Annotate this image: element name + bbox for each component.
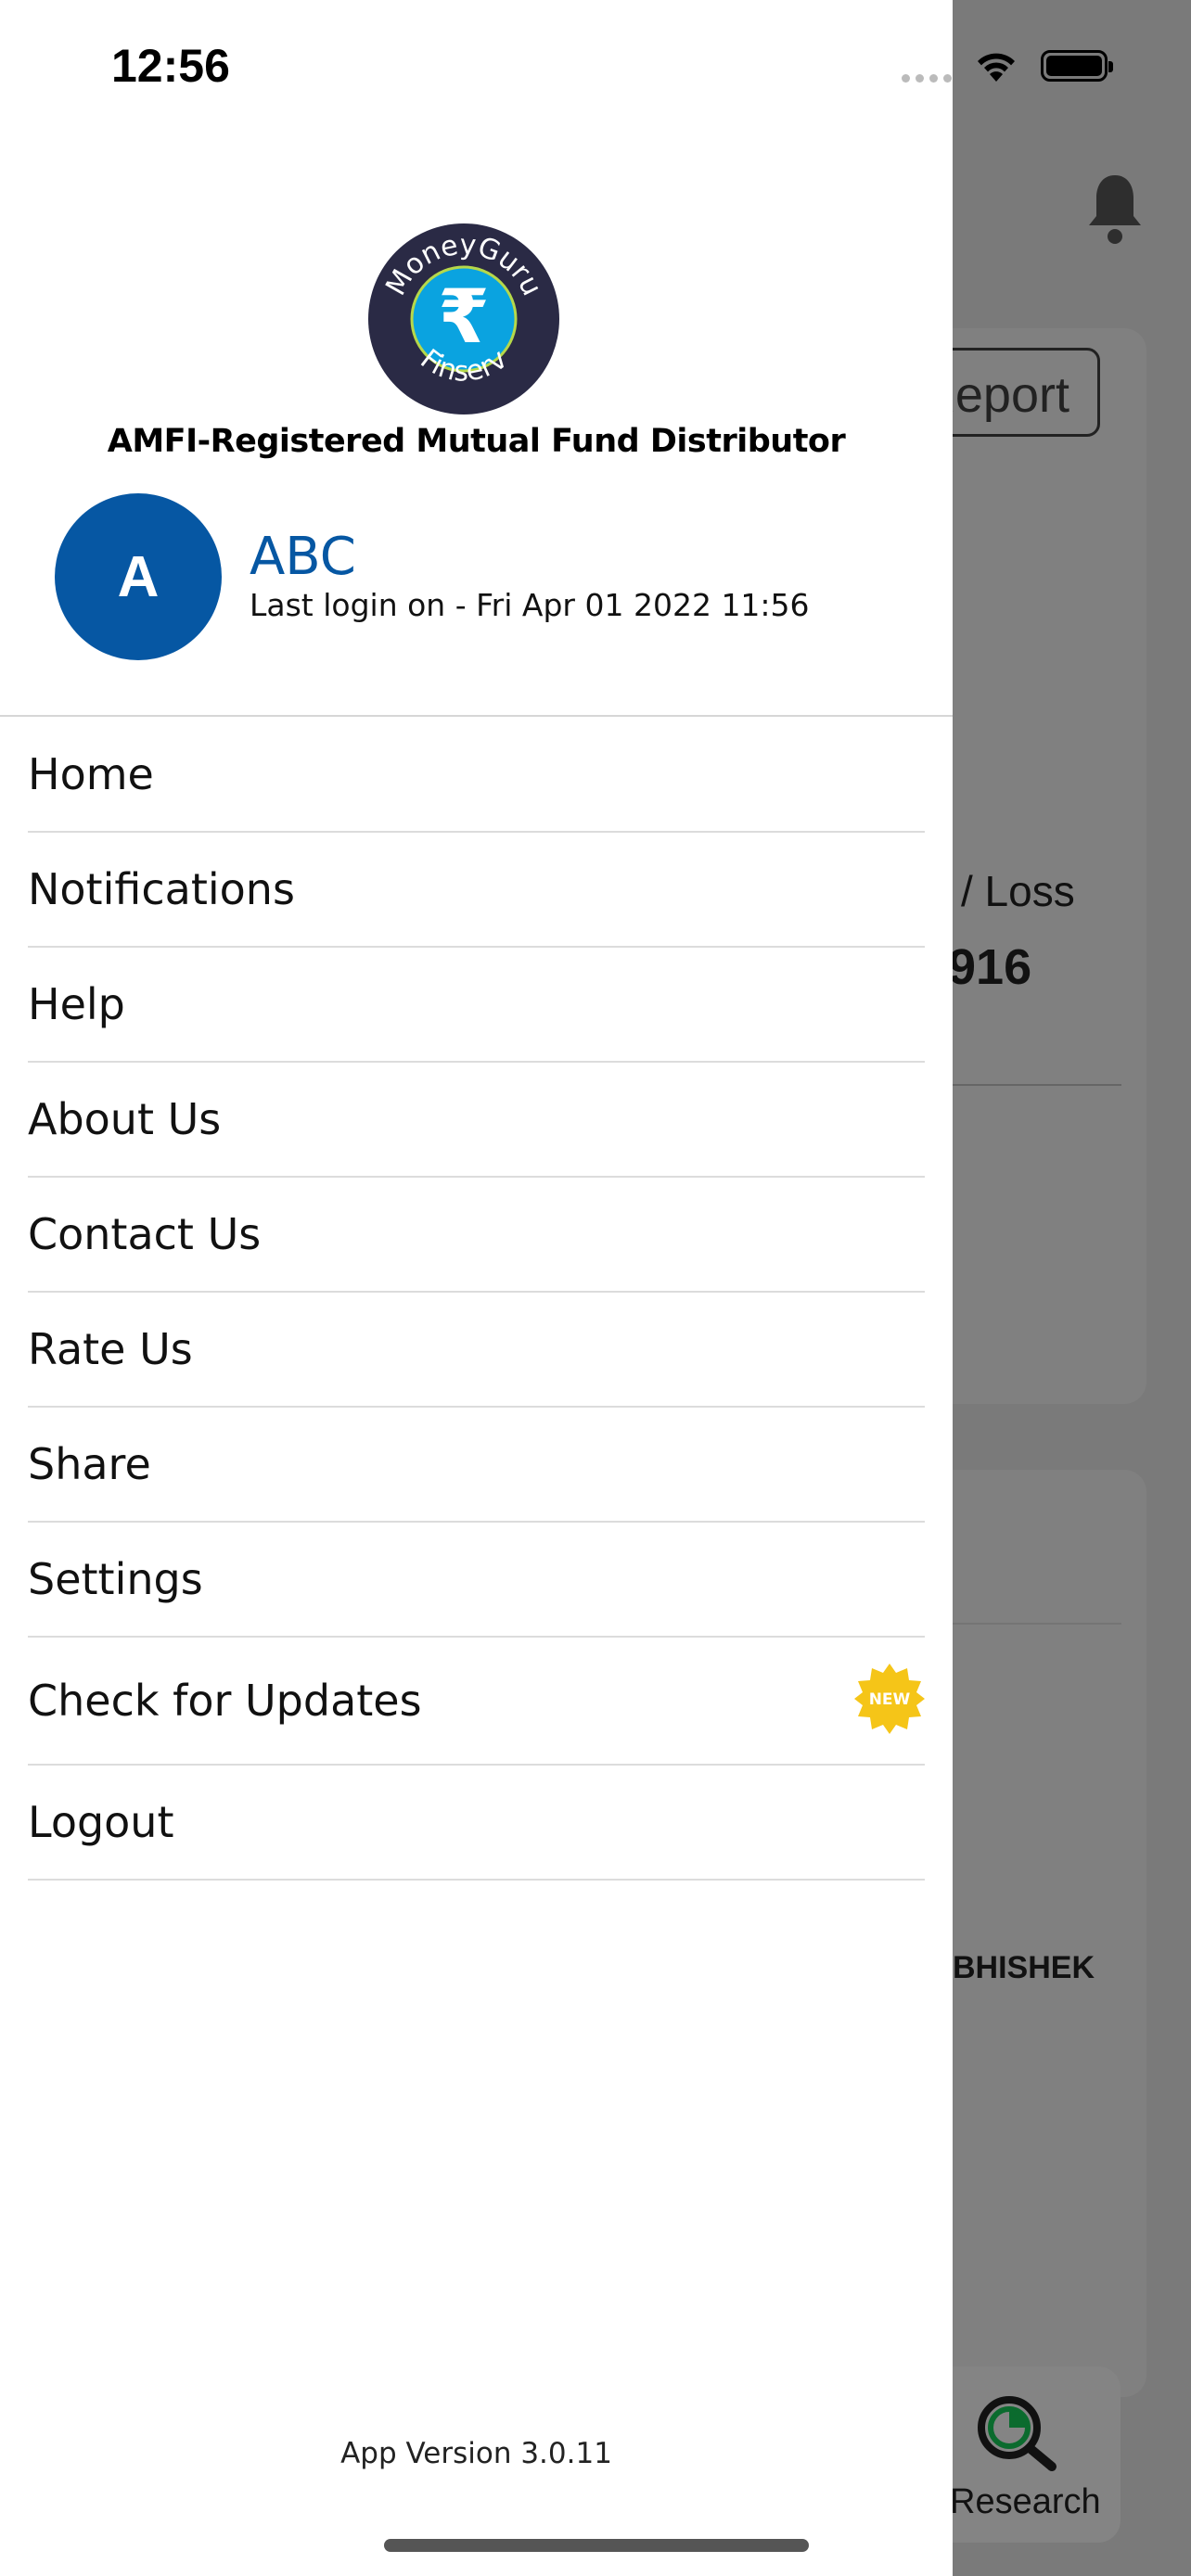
menu-label: Settings bbox=[28, 1554, 203, 1604]
battery-icon bbox=[1041, 50, 1113, 82]
portfolio-card: Report / Loss 916 bbox=[909, 328, 1146, 1404]
menu-label: Notifications bbox=[28, 864, 295, 914]
research-magnifier-icon bbox=[978, 2396, 1057, 2471]
research-label: Research bbox=[950, 2482, 1101, 2521]
research-tab[interactable]: Research bbox=[928, 2366, 1121, 2543]
menu-item-about-us[interactable]: About Us bbox=[28, 1063, 925, 1178]
profit-loss-label: / Loss bbox=[961, 867, 1075, 915]
account-name: BHISHEK bbox=[953, 1950, 1095, 1985]
profit-loss-value: 916 bbox=[948, 939, 1032, 995]
menu-item-notifications[interactable]: Notifications bbox=[28, 833, 925, 948]
menu-item-check-for-updates[interactable]: Check for Updates NEW bbox=[28, 1638, 925, 1766]
rupee-icon: ₹ bbox=[438, 274, 490, 360]
home-indicator[interactable] bbox=[384, 2539, 809, 2552]
menu-label: Logout bbox=[28, 1797, 174, 1847]
menu-item-home[interactable]: Home bbox=[28, 717, 925, 833]
menu-label: Home bbox=[28, 748, 154, 799]
menu-label: Rate Us bbox=[28, 1324, 193, 1374]
new-badge-label: NEW bbox=[869, 1690, 911, 1709]
account-card: BHISHEK bbox=[928, 1470, 1146, 2397]
tagline: AMFI-Registered Mutual Fund Distributor bbox=[107, 423, 846, 460]
menu-label: Share bbox=[28, 1439, 151, 1489]
menu-label: Help bbox=[28, 979, 125, 1029]
status-time: 12:56 bbox=[111, 40, 230, 92]
last-login: Last login on - Fri Apr 01 2022 11:56 bbox=[250, 587, 810, 623]
cellular-dots-icon bbox=[902, 74, 952, 83]
navigation-drawer: MoneyGuru Finserv ₹ AMFI-Registered Mutu… bbox=[0, 0, 953, 2576]
menu-label: Contact Us bbox=[28, 1209, 262, 1259]
menu-label: Check for Updates bbox=[28, 1676, 422, 1726]
menu-item-share[interactable]: Share bbox=[28, 1408, 925, 1523]
menu-item-contact-us[interactable]: Contact Us bbox=[28, 1178, 925, 1293]
wifi-icon bbox=[978, 53, 1015, 82]
divider bbox=[953, 1623, 1121, 1625]
avatar: A bbox=[55, 493, 222, 660]
menu-item-rate-us[interactable]: Rate Us bbox=[28, 1293, 925, 1408]
user-name: ABC bbox=[250, 527, 356, 587]
menu-item-settings[interactable]: Settings bbox=[28, 1523, 925, 1638]
divider bbox=[953, 1084, 1121, 1086]
menu-item-help[interactable]: Help bbox=[28, 948, 925, 1063]
new-badge-icon: NEW bbox=[854, 1664, 925, 1734]
moneyguru-logo: MoneyGuru Finserv ₹ bbox=[368, 223, 559, 414]
menu-label: About Us bbox=[28, 1094, 222, 1144]
bell-icon bbox=[1089, 175, 1141, 244]
menu-item-logout[interactable]: Logout bbox=[28, 1766, 925, 1881]
app-version: App Version 3.0.11 bbox=[340, 2437, 612, 2470]
